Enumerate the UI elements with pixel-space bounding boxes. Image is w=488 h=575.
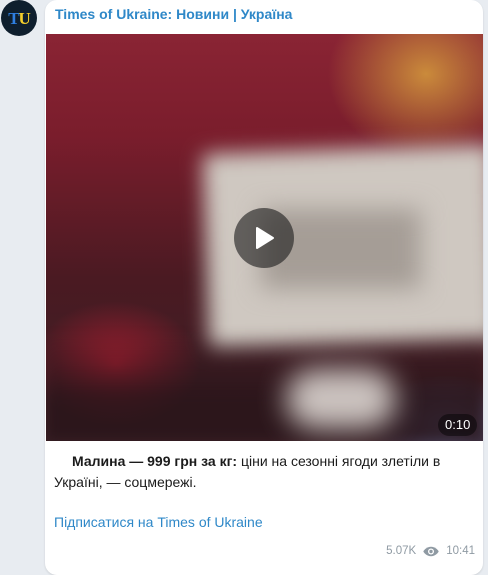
avatar-logo: TU bbox=[8, 8, 31, 28]
message-time: 10:41 bbox=[446, 545, 475, 557]
avatar-letter-t: T bbox=[8, 8, 19, 28]
play-button[interactable] bbox=[234, 208, 294, 268]
play-icon bbox=[256, 227, 274, 249]
video-preview[interactable]: 0:10 bbox=[46, 34, 483, 441]
post-caption: Малина — 999 грн за кг: ціни на сезонні … bbox=[54, 451, 474, 493]
thumbnail-blur-shadow bbox=[46, 334, 483, 441]
view-count: 5.07K bbox=[386, 545, 417, 557]
message-bubble: Times of Ukraine: Новини | Україна 0:10 … bbox=[45, 0, 483, 575]
channel-avatar[interactable]: TU bbox=[1, 0, 37, 36]
avatar-letter-u: U bbox=[18, 8, 31, 28]
thumbnail-blur-light bbox=[286, 369, 396, 429]
caption-headline: Малина — 999 грн за кг: bbox=[72, 453, 238, 469]
channel-name-link[interactable]: Times of Ukraine: Новини | Україна bbox=[55, 6, 292, 22]
eye-icon bbox=[423, 546, 439, 557]
subscribe-link[interactable]: Підписатися на Times of Ukraine bbox=[54, 514, 263, 530]
message-meta: 5.07K 10:41 bbox=[386, 545, 475, 557]
video-duration-badge: 0:10 bbox=[438, 414, 478, 436]
